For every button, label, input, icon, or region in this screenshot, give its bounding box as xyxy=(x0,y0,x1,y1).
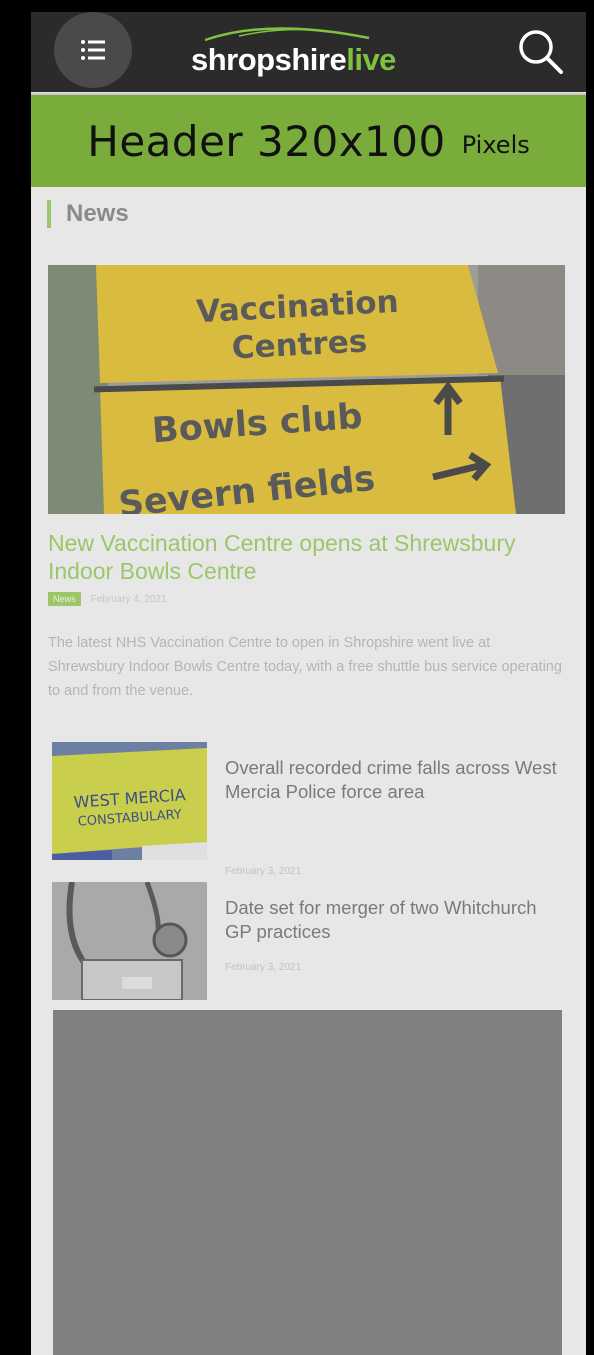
category-badge[interactable]: News xyxy=(48,592,81,606)
section-title: News xyxy=(47,200,129,228)
sign-text-centres: Centres xyxy=(231,323,368,366)
list-item-title[interactable]: Overall recorded crime falls across West… xyxy=(225,756,560,804)
search-button[interactable] xyxy=(513,24,569,80)
police-sign-image: WEST MERCIA CONSTABULARY xyxy=(52,742,207,860)
featured-article-excerpt: The latest NHS Vaccination Centre to ope… xyxy=(48,635,562,699)
search-icon xyxy=(519,30,563,74)
page-frame: shropshirelive Header 320x100 Pixels New… xyxy=(31,12,586,1355)
featured-article-meta: News February 4, 2021 xyxy=(48,592,167,606)
list-item-date: February 3, 2021 xyxy=(225,866,302,877)
article-thumbnail[interactable] xyxy=(52,882,207,1000)
logo-text-live: live xyxy=(346,42,396,77)
advertisement-placeholder[interactable] xyxy=(53,1010,562,1355)
featured-article-title[interactable]: New Vaccination Centre opens at Shrewsbu… xyxy=(48,529,558,585)
ad-small-text: Pixels xyxy=(461,131,530,159)
list-item-date: February 3, 2021 xyxy=(225,962,302,973)
logo-text: shropshirelive xyxy=(191,42,396,78)
logo-text-shropshire: shropshire xyxy=(191,42,347,77)
list-item-title[interactable]: Date set for merger of two Whitchurch GP… xyxy=(225,896,560,944)
list-item[interactable]: Date set for merger of two Whitchurch GP… xyxy=(52,882,567,1000)
logo-swoosh-icon xyxy=(204,27,370,42)
stethoscope-image xyxy=(52,882,207,1000)
featured-image[interactable]: Vaccination Centres Bowls club Severn fi… xyxy=(48,265,565,514)
featured-article-date: February 4, 2021 xyxy=(90,593,167,605)
site-logo[interactable]: shropshirelive xyxy=(191,20,431,84)
list-menu-icon xyxy=(81,40,105,60)
list-item[interactable]: WEST MERCIA CONSTABULARY Overall recorde… xyxy=(52,742,567,877)
vaccination-sign-image: Vaccination Centres Bowls club Severn fi… xyxy=(48,265,565,514)
ad-main-text: Header 320x100 xyxy=(87,116,446,166)
article-thumbnail[interactable]: WEST MERCIA CONSTABULARY xyxy=(52,742,207,860)
header-ad-banner[interactable]: Header 320x100 Pixels xyxy=(31,93,586,187)
top-navigation-bar: shropshirelive xyxy=(31,12,586,92)
menu-button[interactable] xyxy=(54,12,132,88)
